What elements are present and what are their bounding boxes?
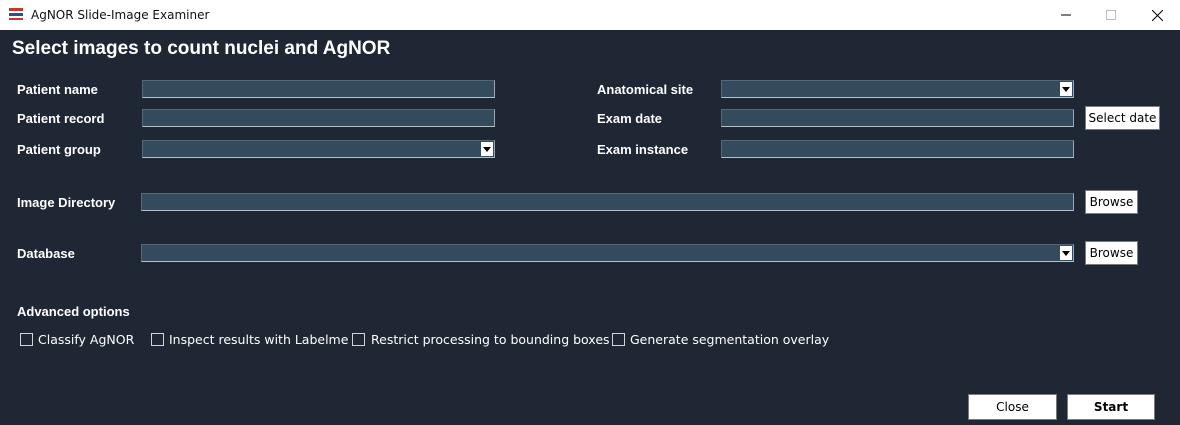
segmentation-overlay-checkbox[interactable] (612, 333, 625, 346)
anatomical-site-label: Anatomical site (597, 82, 694, 97)
restrict-bbox-checkbox[interactable] (352, 333, 365, 346)
classify-agnor-label[interactable]: Classify AgNOR (38, 332, 134, 347)
patient-group-label: Patient group (17, 142, 101, 157)
chevron-down-icon[interactable] (1060, 82, 1072, 96)
chevron-down-icon[interactable] (1060, 246, 1072, 260)
window-title: AgNOR Slide-Image Examiner (31, 8, 210, 22)
exam-date-input[interactable] (721, 109, 1074, 127)
exam-instance-input[interactable] (721, 140, 1074, 158)
patient-group-select[interactable] (142, 140, 495, 158)
image-directory-label: Image Directory (17, 195, 116, 210)
ufrgs-logo-icon (8, 8, 24, 22)
chevron-down-icon[interactable] (481, 142, 493, 156)
exam-instance-label: Exam instance (597, 142, 689, 157)
start-button[interactable]: Start (1067, 394, 1155, 420)
anatomical-site-select[interactable] (721, 80, 1074, 98)
database-label: Database (17, 246, 75, 261)
patient-record-input[interactable] (142, 109, 495, 127)
browse-database-button[interactable]: Browse (1085, 241, 1138, 265)
title-bar: AgNOR Slide-Image Examiner (0, 0, 1180, 30)
patient-name-input[interactable] (142, 80, 495, 98)
database-select[interactable] (141, 244, 1074, 262)
browse-directory-button[interactable]: Browse (1085, 190, 1138, 214)
close-icon (1151, 9, 1163, 21)
select-date-button[interactable]: Select date (1085, 106, 1160, 130)
close-button[interactable]: Close (968, 394, 1057, 420)
patient-record-label: Patient record (17, 111, 105, 126)
maximize-icon (1106, 10, 1116, 20)
inspect-labelme-checkbox[interactable] (151, 333, 164, 346)
restrict-bbox-label[interactable]: Restrict processing to bounding boxes (371, 332, 610, 347)
inspect-labelme-label[interactable]: Inspect results with Labelme (169, 332, 348, 347)
maximize-button[interactable] (1088, 0, 1134, 30)
close-window-button[interactable] (1134, 0, 1180, 30)
minimize-button[interactable] (1043, 0, 1089, 30)
segmentation-overlay-label[interactable]: Generate segmentation overlay (630, 332, 829, 347)
patient-name-label: Patient name (17, 82, 98, 97)
page-title: Select images to count nuclei and AgNOR (12, 38, 391, 59)
exam-date-label: Exam date (597, 111, 663, 126)
minimize-icon (1061, 14, 1071, 16)
classify-agnor-checkbox[interactable] (20, 333, 33, 346)
advanced-options-title: Advanced options (17, 304, 130, 319)
image-directory-input[interactable] (141, 193, 1074, 211)
